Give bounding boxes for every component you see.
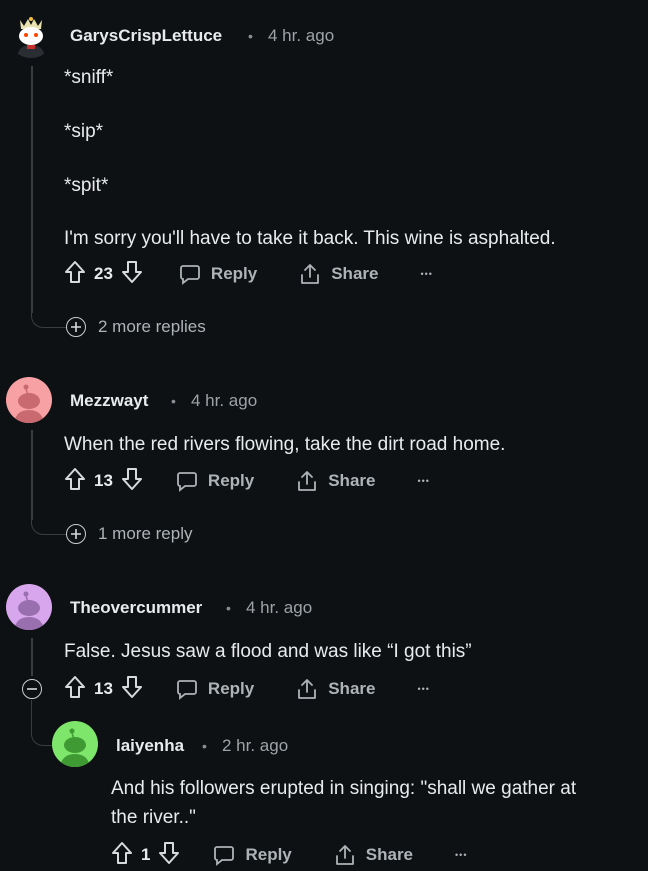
thread-elbow	[31, 506, 66, 535]
thread-line	[31, 66, 33, 313]
thread-line	[31, 638, 33, 676]
share-icon	[298, 471, 317, 491]
minus-icon	[27, 688, 37, 690]
comment-line: And his followers erupted in singing: "s…	[111, 778, 577, 799]
comment-timestamp: 4 hr. ago	[268, 26, 335, 45]
share-icon	[298, 679, 317, 699]
upvote-icon[interactable]	[64, 467, 86, 496]
reply-button[interactable]: Reply	[176, 470, 254, 492]
share-icon	[335, 845, 354, 865]
upvote-icon[interactable]	[111, 841, 133, 870]
upvote-icon[interactable]	[64, 675, 86, 704]
share-icon	[301, 264, 320, 284]
downvote-icon[interactable]	[121, 260, 143, 289]
reply-button[interactable]: Reply	[176, 678, 254, 700]
upvote-icon[interactable]	[64, 260, 86, 289]
reply-icon	[177, 680, 197, 700]
more-options-icon[interactable]: •••	[417, 684, 429, 694]
vote-count: 13	[94, 471, 113, 490]
reply-icon	[214, 846, 235, 866]
reply-label: Reply	[207, 471, 255, 490]
reply-label: Reply	[245, 845, 292, 864]
collapse-thread-button[interactable]	[22, 679, 42, 699]
downvote-icon[interactable]	[121, 675, 143, 704]
separator-dot: •	[226, 600, 231, 616]
comment-actions: 1 Reply Share •••	[111, 840, 467, 870]
thread-elbow	[31, 300, 66, 328]
comment-line: *sip*	[64, 121, 104, 142]
comment-timestamp: 4 hr. ago	[191, 391, 258, 410]
share-button[interactable]: Share	[296, 678, 375, 700]
comment-username[interactable]: GarysCrispLettuce	[70, 26, 222, 46]
comment-line: I'm sorry you'll have to take it back. T…	[64, 228, 556, 249]
share-label: Share	[328, 679, 376, 698]
avatar[interactable]	[6, 377, 52, 423]
comment-actions: 23 Reply Share •••	[64, 259, 433, 289]
reply-label: Reply	[207, 679, 255, 698]
comment-line: False. Jesus saw a flood and was like “I…	[64, 641, 472, 662]
plus-icon	[66, 317, 86, 337]
reply-icon	[180, 265, 200, 285]
more-replies-label: 1 more reply	[98, 524, 193, 543]
more-replies-button[interactable]: 2 more replies	[66, 317, 206, 337]
share-label: Share	[328, 471, 376, 490]
more-replies-button[interactable]: 1 more reply	[66, 524, 192, 544]
comment-line: *spit*	[64, 175, 109, 196]
more-options-icon[interactable]: •••	[455, 850, 467, 860]
reply-button[interactable]: Reply	[213, 844, 292, 866]
comment-timestamp: 2 hr. ago	[222, 736, 289, 755]
separator-dot: •	[171, 393, 176, 409]
reply-label: Reply	[210, 264, 258, 283]
comment-username[interactable]: Mezzwayt	[70, 391, 148, 411]
comment-line: the river.."	[111, 807, 196, 828]
downvote-icon[interactable]	[158, 841, 180, 870]
avatar[interactable]	[52, 721, 98, 767]
reply-button[interactable]: Reply	[179, 263, 257, 285]
comment-timestamp: 4 hr. ago	[246, 598, 313, 617]
comment-username[interactable]: laiyenha	[116, 736, 184, 756]
comment-actions: 13 Reply Share •••	[64, 466, 430, 496]
downvote-icon[interactable]	[121, 467, 143, 496]
separator-dot: •	[248, 28, 253, 44]
more-options-icon[interactable]: •••	[420, 269, 432, 279]
comment-line: When the red rivers flowing, take the di…	[64, 434, 506, 455]
more-replies-label: 2 more replies	[98, 317, 206, 336]
share-label: Share	[331, 264, 379, 283]
vote-count: 1	[141, 845, 151, 864]
comment-actions: 13 Reply Share •••	[64, 674, 430, 704]
share-label: Share	[365, 845, 414, 864]
plus-icon	[66, 524, 86, 544]
more-options-icon[interactable]: •••	[417, 476, 429, 486]
reply-icon	[177, 472, 197, 492]
avatar[interactable]	[8, 12, 54, 58]
share-button[interactable]: Share	[296, 470, 375, 492]
thread-elbow	[31, 700, 54, 746]
share-button[interactable]: Share	[334, 844, 413, 866]
comment-username[interactable]: Theovercummer	[70, 598, 202, 618]
vote-count: 23	[94, 264, 113, 283]
vote-count: 13	[94, 679, 113, 698]
separator-dot: •	[202, 738, 207, 754]
share-button[interactable]: Share	[299, 263, 378, 285]
comment-line: *sniff*	[64, 67, 114, 88]
avatar[interactable]	[6, 584, 52, 630]
